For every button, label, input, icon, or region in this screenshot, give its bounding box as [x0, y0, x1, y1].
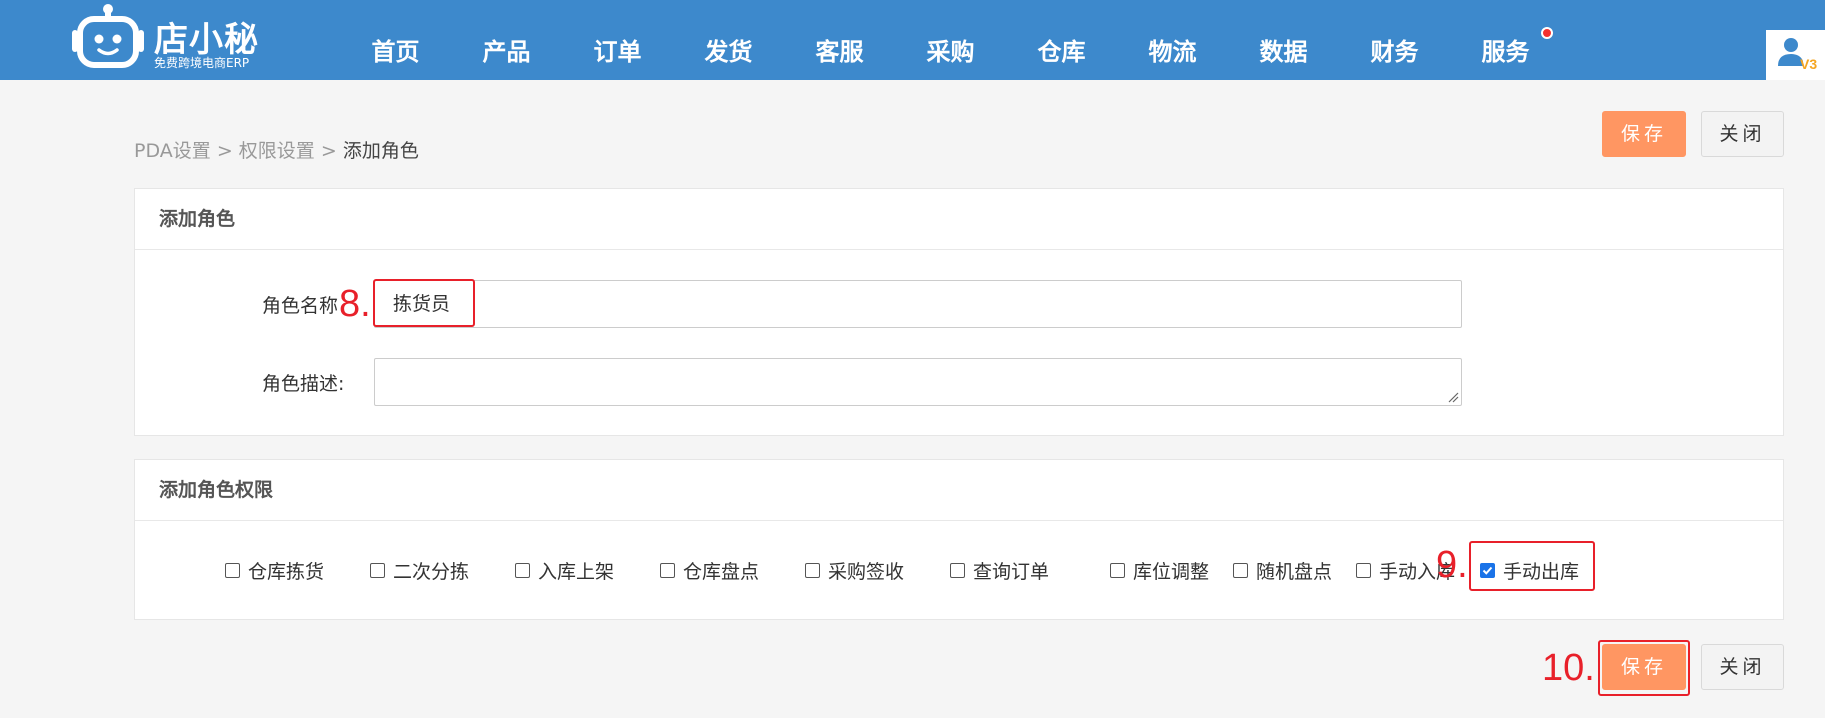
permission-checkbox-item[interactable]: 二次分拣 [370, 555, 469, 585]
notification-dot [1541, 27, 1553, 39]
nav-item[interactable]: 财务 [1339, 0, 1450, 80]
breadcrumb-permission-settings[interactable]: 权限设置 [239, 140, 315, 162]
checkbox-icon[interactable] [660, 562, 675, 578]
user-level-badge: V3 [1800, 56, 1817, 72]
close-button-top[interactable]: 关闭 [1701, 111, 1784, 157]
permission-checkbox-item[interactable]: 入库上架 [515, 555, 614, 585]
close-button-bottom[interactable]: 关闭 [1701, 644, 1784, 690]
checkbox-icon[interactable] [515, 562, 530, 578]
permission-checkbox-item[interactable]: 随机盘点 [1233, 555, 1332, 585]
permission-label: 入库上架 [538, 560, 615, 583]
user-icon: V3 [1778, 38, 1817, 72]
annotation-step-8: 8. [339, 283, 371, 325]
breadcrumb-separator: > [320, 140, 337, 162]
role-permissions-title: 添加角色权限 [135, 460, 1783, 521]
checkbox-icon[interactable] [225, 562, 240, 578]
save-button-top[interactable]: 保存 [1602, 111, 1686, 157]
nav-item[interactable]: 仓库 [1006, 0, 1117, 80]
permission-checkbox-item[interactable]: 仓库拣货 [225, 555, 324, 585]
permission-checkbox-item[interactable]: 仓库盘点 [660, 555, 759, 585]
checkbox-icon[interactable] [805, 562, 820, 578]
nav-item[interactable]: 物流 [1117, 0, 1228, 80]
annotation-step-9: 9. [1436, 544, 1468, 586]
nav-item[interactable]: 服务 [1450, 0, 1561, 80]
role-name-label: 角色名称 [262, 295, 339, 317]
checkbox-icon[interactable] [1110, 562, 1125, 578]
nav-item[interactable]: 订单 [562, 0, 673, 80]
nav-item[interactable]: 发货 [673, 0, 784, 80]
permission-label: 随机盘点 [1256, 560, 1333, 583]
logo-tagline: 免费跨境电商ERP [154, 56, 250, 70]
checkbox-icon[interactable] [1356, 562, 1371, 578]
logo[interactable]: 店小秘 免费跨境电商ERP [72, 2, 262, 76]
permission-checkbox-item[interactable]: 采购签收 [805, 555, 904, 585]
checkbox-icon[interactable] [370, 562, 385, 578]
nav-item[interactable]: 采购 [895, 0, 1006, 80]
annotation-highlight-manual-outbound [1469, 541, 1595, 591]
annotation-step-10: 10. [1542, 647, 1595, 689]
nav-item[interactable]: 客服 [784, 0, 895, 80]
role-description-textarea[interactable] [374, 358, 1462, 406]
permission-label: 库位调整 [1133, 560, 1210, 583]
resize-grip-icon[interactable] [1448, 392, 1459, 403]
nav-item[interactable]: 首页 [340, 0, 451, 80]
nav-item[interactable]: 产品 [451, 0, 562, 80]
permission-checkbox-item[interactable]: 查询订单 [950, 555, 1049, 585]
breadcrumb: PDA设置 > 权限设置 > 添加角色 [134, 136, 419, 163]
main-nav: 首页 产品 订单 发货 客服 采购 仓库 物流 数据 财务 服务 [340, 0, 1561, 80]
top-nav-bar: 店小秘 免费跨境电商ERP 首页 产品 订单 发货 客服 采购 仓库 物流 数据 财务 服务 V3 [0, 0, 1825, 80]
breadcrumb-pda-settings[interactable]: PDA设置 [134, 140, 211, 162]
checkbox-icon[interactable] [950, 562, 965, 578]
role-info-title: 添加角色 [135, 189, 1783, 250]
annotation-highlight-role-name [373, 279, 475, 327]
permission-label: 采购签收 [828, 560, 905, 583]
permission-label: 仓库盘点 [683, 560, 760, 583]
permission-label: 二次分拣 [393, 560, 470, 583]
annotation-highlight-save [1598, 640, 1690, 696]
user-menu[interactable]: V3 [1766, 30, 1825, 80]
checkbox-icon[interactable] [1233, 562, 1248, 578]
breadcrumb-current: 添加角色 [342, 140, 419, 162]
role-name-input[interactable]: 拣货员 [374, 280, 1462, 328]
permission-label: 查询订单 [973, 560, 1050, 583]
robot-logo-icon [72, 4, 144, 68]
nav-item[interactable]: 数据 [1228, 0, 1339, 80]
permission-checkbox-item[interactable]: 库位调整 [1110, 555, 1209, 585]
permission-label: 仓库拣货 [248, 560, 325, 583]
role-permissions-panel: 添加角色权限 仓库拣货 二次分拣 入库上架 仓库盘点 采购签收 查询订单 库位调整 随机盘点手… [134, 459, 1784, 620]
breadcrumb-separator: > [216, 140, 233, 162]
role-description-label: 角色描述: [262, 373, 345, 395]
